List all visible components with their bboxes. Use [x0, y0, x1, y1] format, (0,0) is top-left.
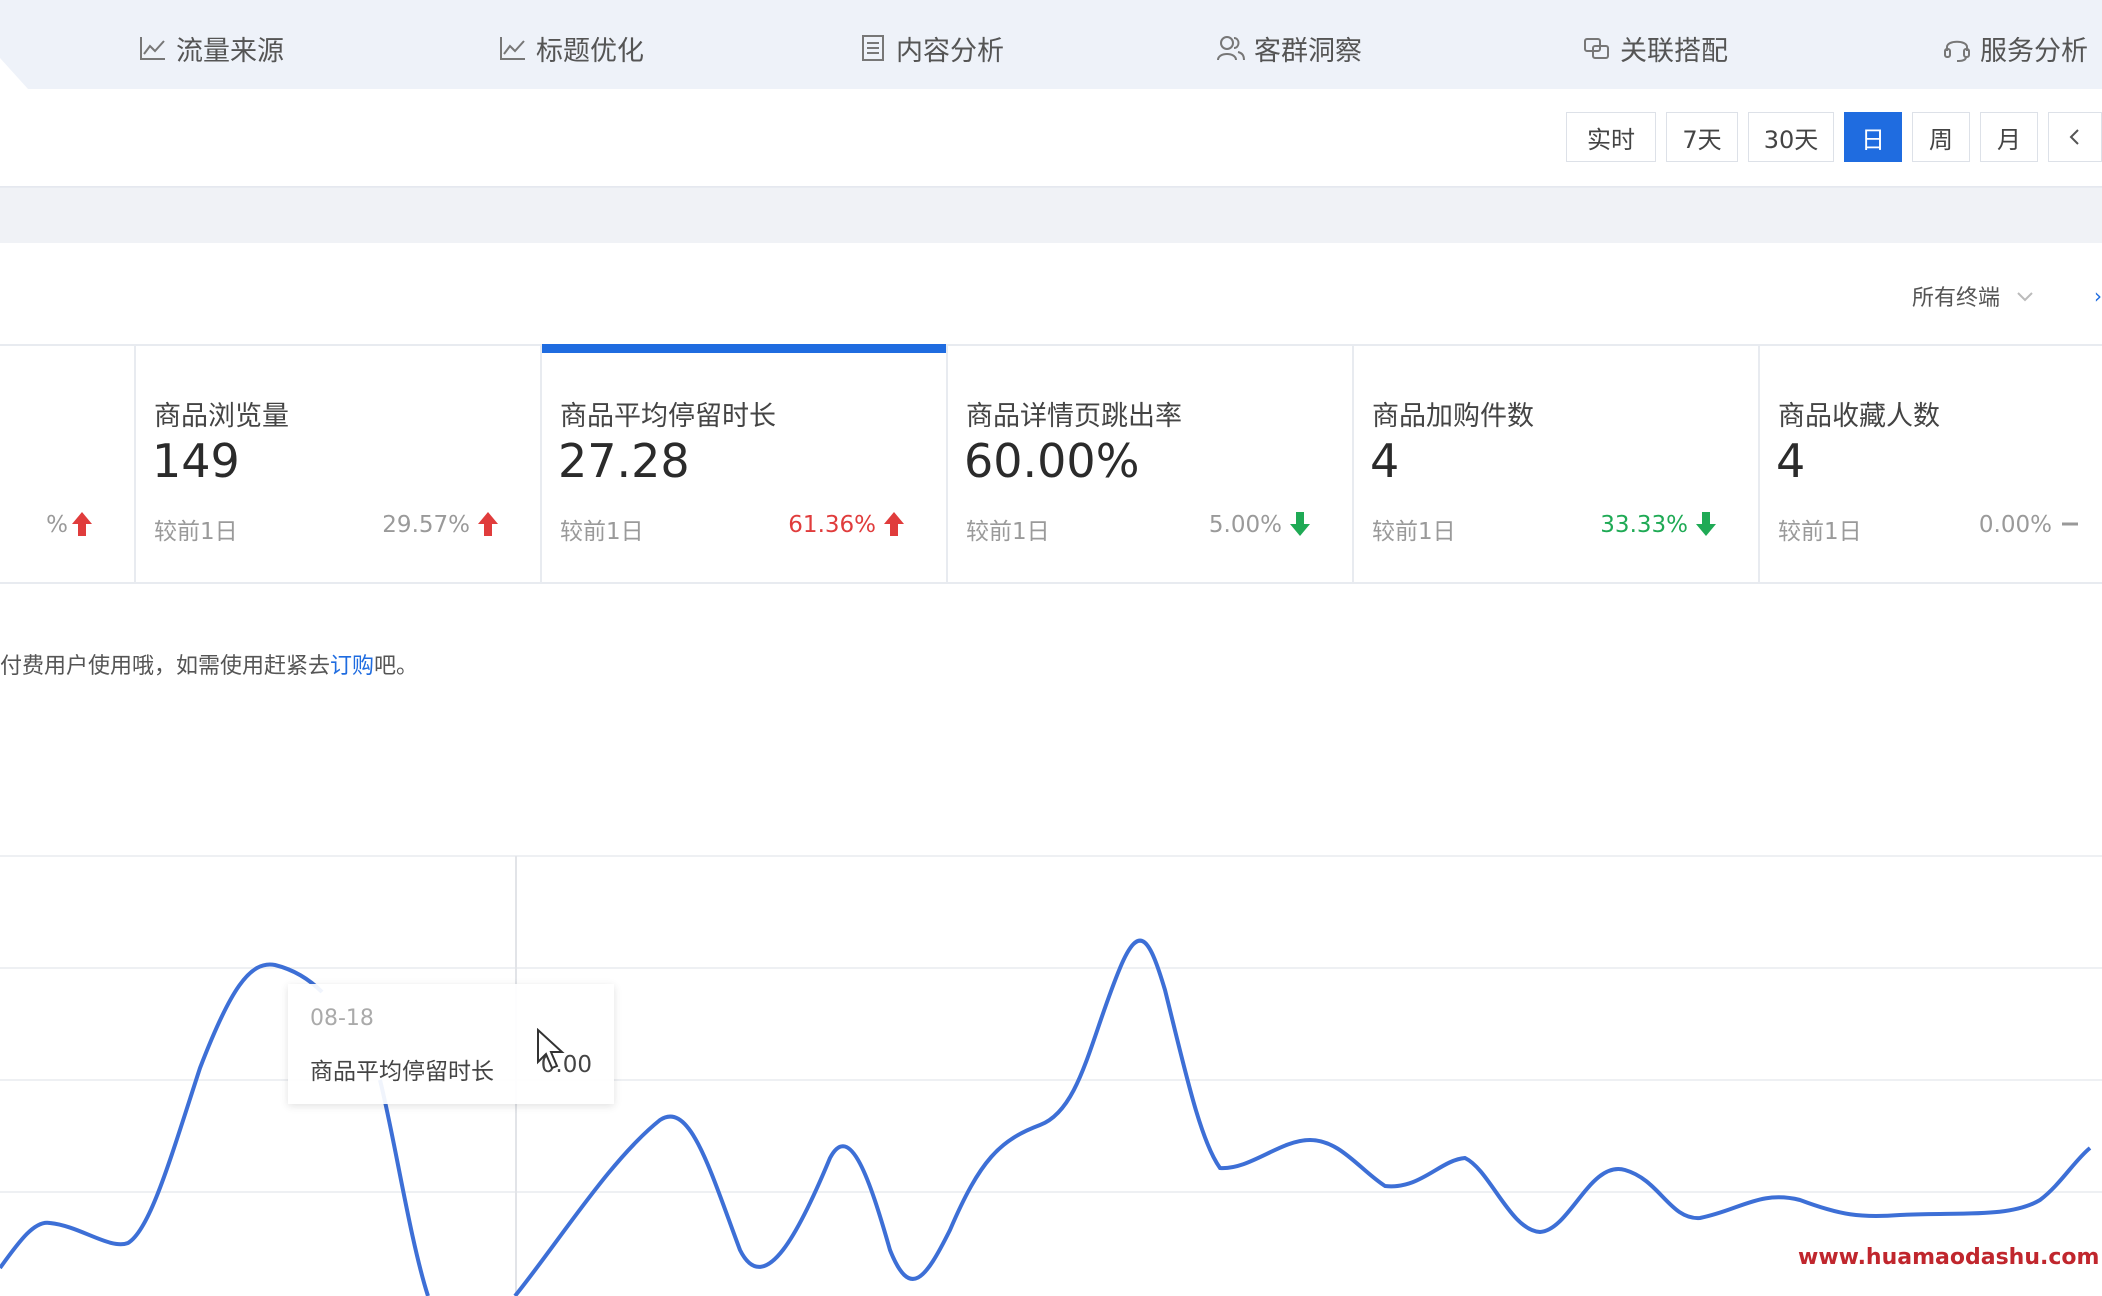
realtime-button[interactable]: 实时	[1566, 112, 1656, 162]
arrow-up-icon	[72, 512, 92, 536]
metric-card-bounce-rate[interactable]: 商品详情页跳出率 60.00% 较前1日 5.00%	[948, 346, 1354, 582]
headset-icon	[1944, 40, 1970, 62]
nav-bar: 流量来源 标题优化 内容分析 客群洞察 关联搭配 服务分析	[0, 0, 2102, 89]
metric-change: 61.36%	[788, 512, 876, 538]
nav-item-related-matching[interactable]: 关联搭配	[1582, 28, 1728, 68]
nav-item-title-optimization[interactable]: 标题优化	[498, 28, 644, 68]
30-days-button[interactable]: 30天	[1748, 112, 1834, 162]
arrow-up-icon	[884, 512, 904, 536]
users-icon	[1217, 36, 1245, 61]
arrow-up-icon	[478, 512, 498, 536]
notice-suffix: 吧。	[374, 654, 419, 679]
metric-change: 5.00%	[1208, 512, 1282, 538]
metric-title: 商品收藏人数	[1778, 401, 1940, 432]
nav-item-label: 客群洞察	[1254, 35, 1362, 67]
metric-title: 商品浏览量	[154, 401, 289, 432]
metric-compare-label: 较前1日	[560, 519, 644, 545]
nav-item-label: 标题优化	[536, 35, 644, 67]
line-chart-icon	[140, 37, 165, 60]
nav-item-label: 内容分析	[896, 35, 1004, 67]
day-button[interactable]: 日	[1844, 112, 1902, 162]
chevron-down-icon	[2017, 292, 2033, 302]
nav-item-label: 服务分析	[1980, 35, 2088, 67]
nav-item-service-analysis[interactable]: 服务分析	[1942, 28, 2088, 68]
metric-card-favorites[interactable]: 商品收藏人数 4 较前1日 0.00%	[1760, 346, 2102, 582]
metric-change: 29.57%	[382, 512, 470, 538]
page: 流量来源 标题优化 内容分析 客群洞察 关联搭配 服务分析 实时 7天 30天 …	[0, 0, 2102, 1296]
metric-title: 商品加购件数	[1372, 401, 1534, 432]
nav-item-content-analysis[interactable]: 内容分析	[858, 28, 1004, 68]
terminal-select-label: 所有终端	[1912, 286, 2001, 311]
metric-cards: % 商品浏览量 149 较前1日 29.57% 商品平均停留时长 27.28 较…	[0, 344, 2102, 584]
nav-item-label: 流量来源	[176, 35, 284, 67]
week-button[interactable]: 周	[1912, 112, 1970, 162]
month-button[interactable]: 月	[1980, 112, 2038, 162]
arrow-down-icon	[1290, 512, 1310, 536]
metric-card-add-to-cart[interactable]: 商品加购件数 4 较前1日 33.33%	[1354, 346, 1760, 582]
section-divider	[0, 188, 2102, 243]
metric-change: 0.00%	[1978, 512, 2052, 538]
metric-value: 4	[1776, 434, 1806, 488]
upgrade-notice: 付费用户使用哦，如需使用赶紧去订购吧。	[0, 648, 418, 680]
metric-card-partial[interactable]: %	[0, 346, 136, 582]
metric-compare-label: 较前1日	[1372, 519, 1456, 545]
download-icon[interactable]: ›	[2094, 284, 2102, 308]
metric-title: 商品平均停留时长	[560, 401, 776, 432]
metric-compare-label: 较前1日	[154, 519, 238, 545]
metric-card-avg-stay-time[interactable]: 商品平均停留时长 27.28 较前1日 61.36%	[542, 344, 948, 582]
nav-item-traffic-source[interactable]: 流量来源	[138, 28, 284, 68]
metric-value: 4	[1370, 434, 1400, 488]
terminal-select[interactable]: 所有终端	[1912, 280, 2036, 312]
metric-card-page-views[interactable]: 商品浏览量 149 较前1日 29.57%	[136, 346, 542, 582]
metric-compare-label: 较前1日	[1778, 519, 1862, 545]
nav-item-label: 关联搭配	[1620, 35, 1728, 67]
arrow-down-icon	[1696, 512, 1716, 536]
chevron-left-icon	[2069, 129, 2079, 145]
line-chart-icon	[500, 37, 525, 60]
link-icon	[1584, 38, 1609, 59]
mouse-cursor-icon	[537, 1028, 565, 1070]
flat-dash-icon	[2062, 522, 2078, 526]
watermark: www.huamaodashu.com	[1798, 1245, 2100, 1270]
notice-text: 付费用户使用哦，如需使用赶紧去	[0, 654, 331, 679]
metric-title: 商品详情页跳出率	[966, 401, 1182, 432]
metric-change: 33.33%	[1600, 512, 1688, 538]
document-icon	[862, 35, 884, 61]
tooltip-date: 08-18	[310, 1006, 374, 1031]
metric-value: 60.00%	[964, 434, 1140, 488]
metric-compare-label: 较前1日	[966, 519, 1050, 545]
metric-change: %	[46, 512, 68, 538]
7-days-button[interactable]: 7天	[1666, 112, 1738, 162]
subscribe-link[interactable]: 订购	[330, 654, 374, 679]
metric-value: 149	[152, 434, 240, 488]
nav-item-audience-insight[interactable]: 客群洞察	[1216, 28, 1362, 68]
tooltip-series-label: 商品平均停留时长	[310, 1059, 494, 1085]
metric-value: 27.28	[558, 434, 690, 488]
prev-period-button[interactable]	[2048, 112, 2102, 162]
